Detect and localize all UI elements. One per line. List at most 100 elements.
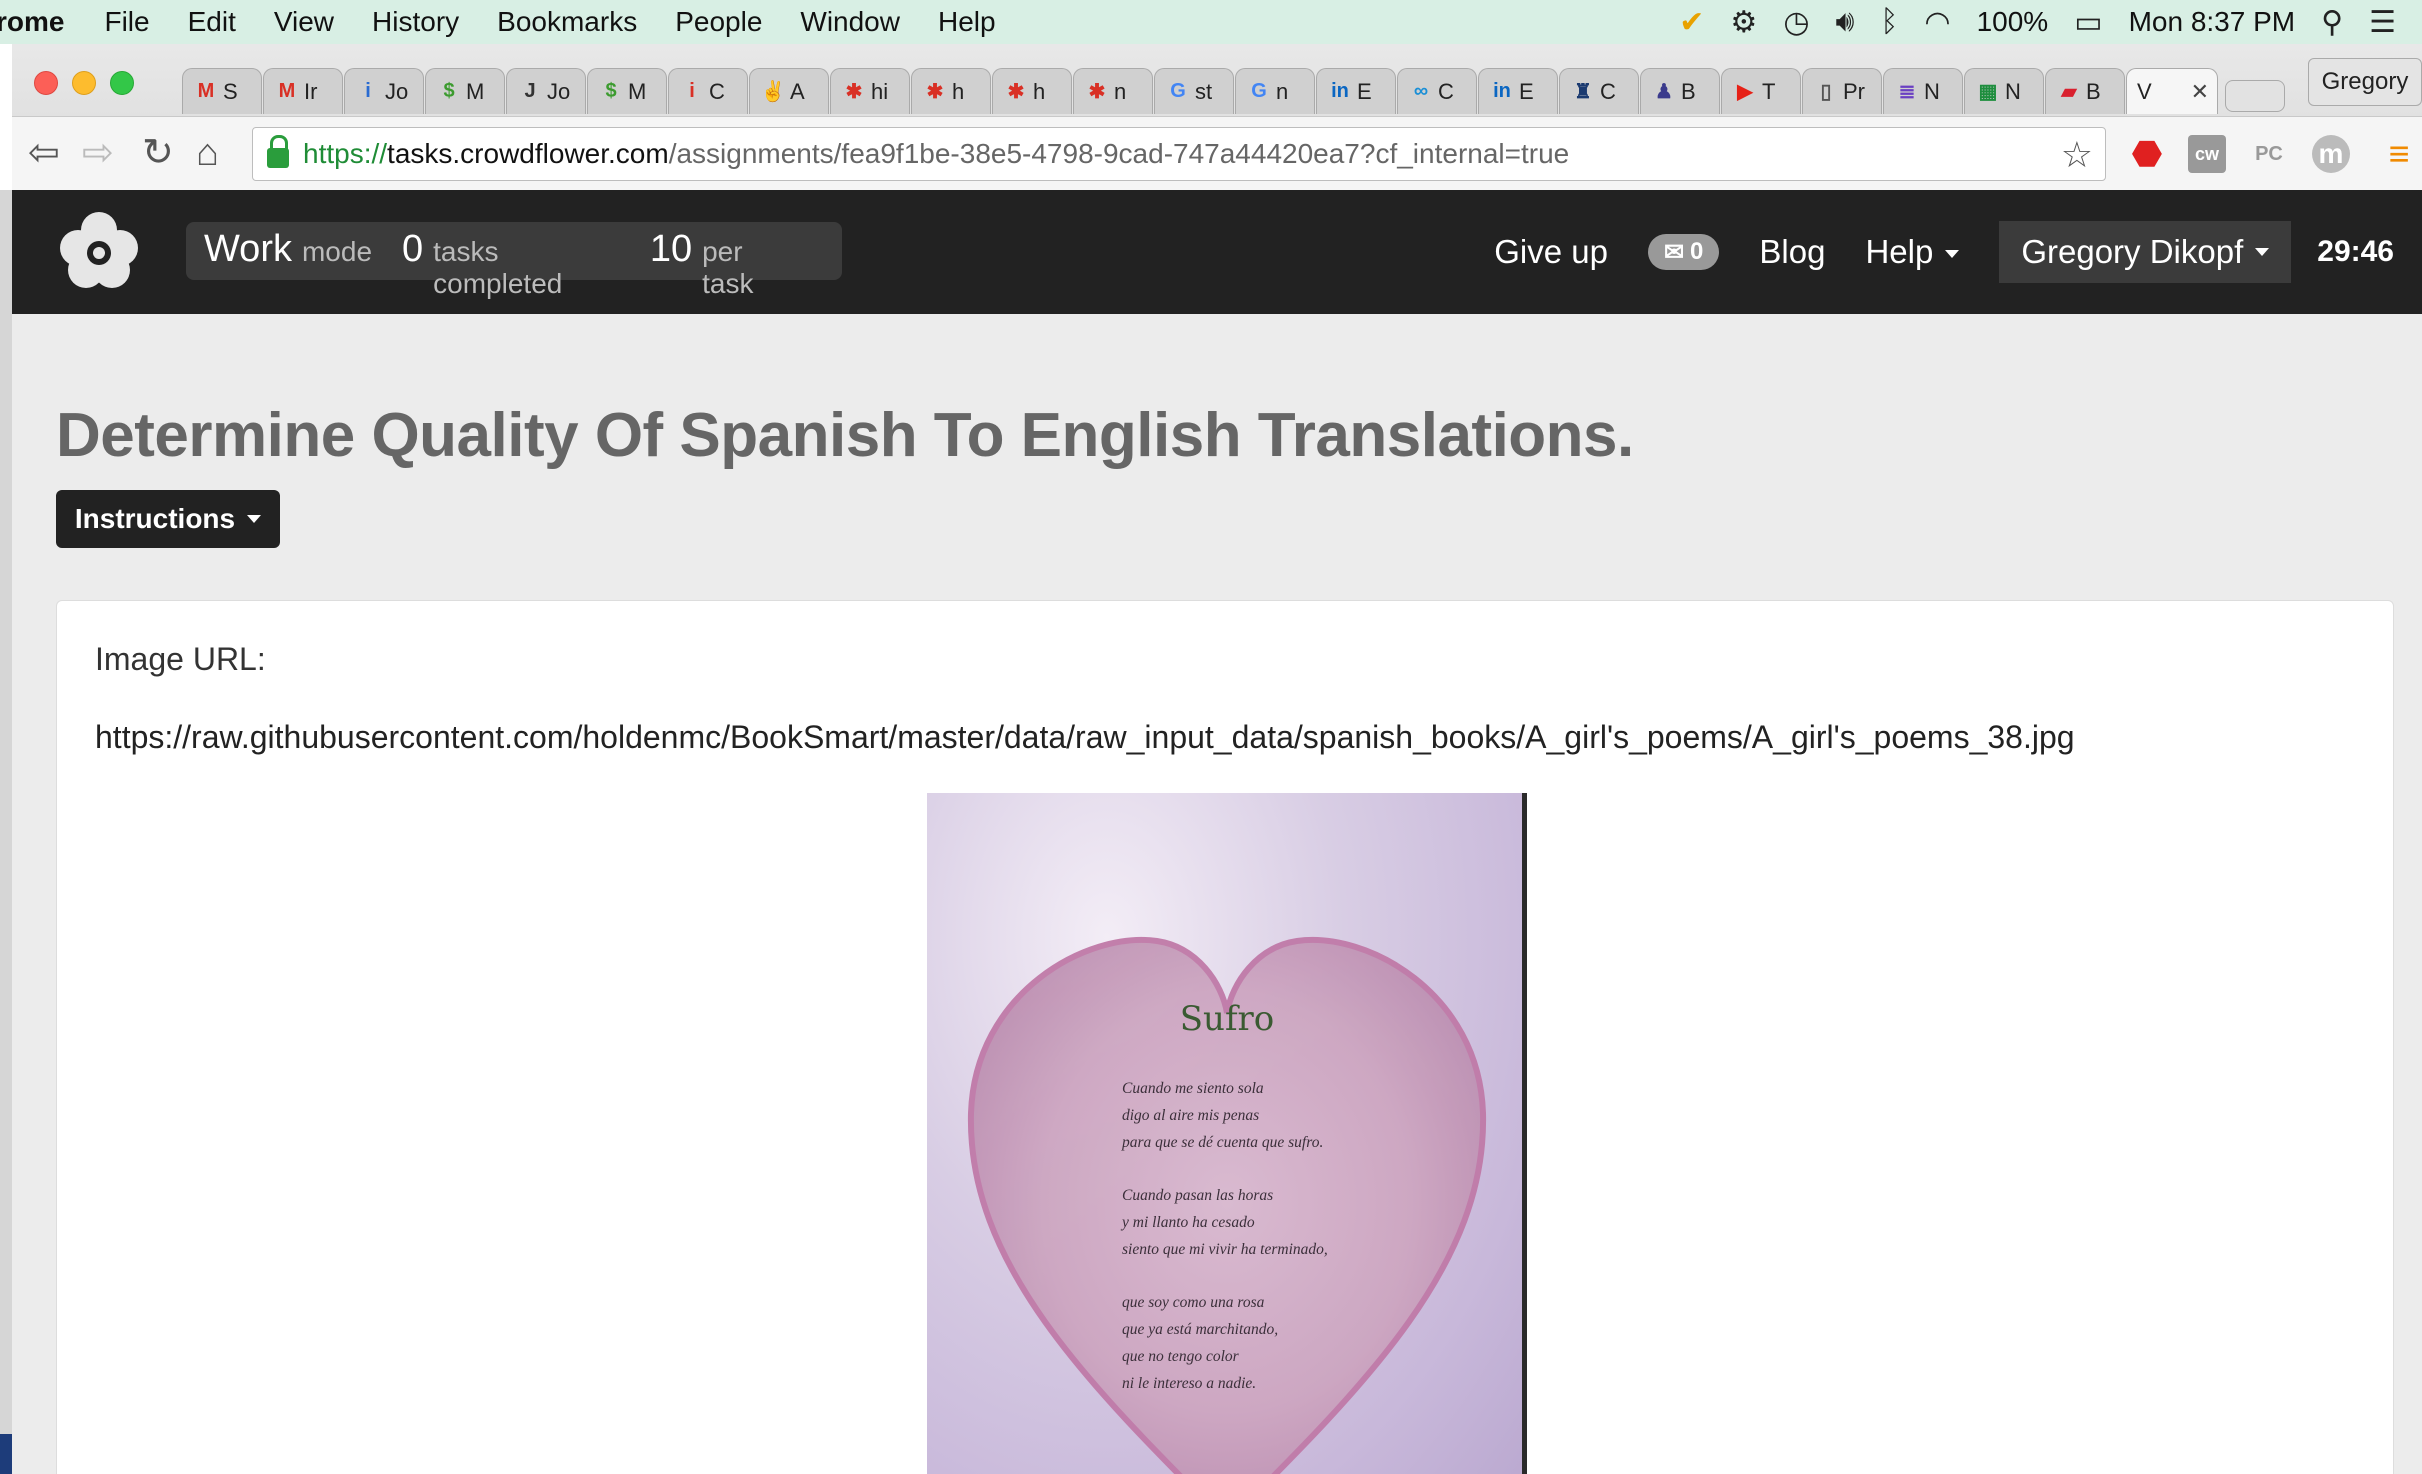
tab-favicon-icon: ▦ xyxy=(1978,81,1998,103)
poem-line: y mi llanto ha cesado xyxy=(1122,1214,1255,1231)
address-bar[interactable]: https:// tasks.crowdflower.com /assignme… xyxy=(252,127,2106,181)
tab-label: B xyxy=(1681,78,1696,104)
tab-label: Pr xyxy=(1843,78,1865,104)
header-nav: Give up ✉ 0 Blog Help Gregory Dikopf 29:… xyxy=(1494,190,2422,314)
help-dropdown[interactable]: Help xyxy=(1865,233,1960,271)
menu-history[interactable]: History xyxy=(372,6,459,38)
user-dropdown[interactable]: Gregory Dikopf xyxy=(1999,221,2292,283)
wifi-icon[interactable]: ◠ xyxy=(1924,5,1950,40)
mail-icon: ✉ xyxy=(1663,238,1685,266)
tab-favicon-icon: ✱ xyxy=(845,81,863,103)
browser-tab[interactable]: in E xyxy=(1478,68,1558,114)
maximize-window-button[interactable] xyxy=(110,71,134,95)
browser-tab[interactable]: ♟ B xyxy=(1640,68,1720,114)
time-machine-icon[interactable]: ◷ xyxy=(1783,5,1809,40)
browser-tab[interactable]: ▯ Pr xyxy=(1802,68,1882,114)
image-url-label: Image URL: xyxy=(95,641,266,677)
menubar-clock[interactable]: Mon 8:37 PM xyxy=(2129,6,2296,38)
secure-lock-icon[interactable] xyxy=(267,135,289,168)
poem-line: que no tengo color xyxy=(1122,1348,1239,1365)
adblock-icon[interactable]: ⬣ xyxy=(2128,135,2166,173)
new-tab-button[interactable] xyxy=(2225,80,2285,112)
mail-count: 0 xyxy=(1690,238,1704,265)
browser-tab[interactable]: ▦ N xyxy=(1964,68,2044,114)
tab-label: C xyxy=(709,78,725,104)
tab-label: E xyxy=(1519,78,1534,104)
browser-tab[interactable]: Gn xyxy=(1235,68,1315,114)
battery-percent[interactable]: 100% xyxy=(1977,6,2049,38)
browser-tab[interactable]: ✌ A xyxy=(749,68,829,114)
tab-label: T xyxy=(1762,78,1776,104)
browser-tab[interactable]: M Ir xyxy=(263,68,343,114)
browser-tab[interactable]: ∞ C xyxy=(1397,68,1477,114)
norton-check-icon[interactable]: ✔ xyxy=(1679,5,1704,40)
menu-people[interactable]: People xyxy=(675,6,762,38)
blog-link[interactable]: Blog xyxy=(1759,233,1825,271)
reload-icon[interactable]: ↻ xyxy=(142,133,174,173)
give-up-link[interactable]: Give up xyxy=(1494,233,1608,271)
spotlight-search-icon[interactable]: ⚲ xyxy=(2321,5,2343,40)
poem-line: para que se dé cuenta que sufro. xyxy=(1122,1134,1324,1151)
browser-tab[interactable]: ▰ B xyxy=(2045,68,2125,114)
notification-center-icon[interactable]: ☰ xyxy=(2369,5,2396,40)
bluetooth-icon[interactable]: ᛒ xyxy=(1880,5,1898,39)
browser-tab[interactable]: J Jo xyxy=(506,68,586,114)
tab-label: h xyxy=(952,78,965,104)
browser-tab[interactable]: $ M xyxy=(425,68,505,114)
bookmark-star-icon[interactable]: ☆ xyxy=(2061,134,2093,176)
home-icon[interactable]: ⌂ xyxy=(196,133,219,173)
browser-tab[interactable]: ♜ C xyxy=(1559,68,1639,114)
user-name: Gregory Dikopf xyxy=(2021,233,2244,270)
browser-tab-active[interactable]: V ✕ xyxy=(2126,68,2218,114)
chevron-down-icon xyxy=(2255,248,2270,256)
menu-bookmarks[interactable]: Bookmarks xyxy=(497,6,637,38)
tab-favicon-icon: ✱ xyxy=(926,81,944,103)
pc-extension-icon[interactable]: PC xyxy=(2250,135,2288,173)
m-extension-icon[interactable]: m xyxy=(2312,135,2350,173)
menu-file[interactable]: File xyxy=(104,6,149,38)
per-task-label: per task xyxy=(702,236,754,299)
browser-tab[interactable]: ✱ n xyxy=(1073,68,1153,114)
dropbox-icon[interactable]: ⚙ xyxy=(1730,5,1757,40)
menu-view[interactable]: View xyxy=(274,6,334,38)
tab-favicon-icon: ✌ xyxy=(760,81,786,103)
menu-edit[interactable]: Edit xyxy=(188,6,236,38)
back-arrow-icon[interactable]: ⇦ xyxy=(28,133,60,173)
browser-tab[interactable]: ▶ T xyxy=(1721,68,1801,114)
browser-tab[interactable]: in E xyxy=(1316,68,1396,114)
instructions-button[interactable]: Instructions xyxy=(56,490,280,548)
browser-tab[interactable]: Gst xyxy=(1154,68,1234,114)
browser-tab[interactable]: ✱ h xyxy=(992,68,1072,114)
messages-badge[interactable]: ✉ 0 xyxy=(1647,234,1720,270)
tab-label: Jo xyxy=(547,78,571,104)
menu-window[interactable]: Window xyxy=(800,6,900,38)
close-tab-icon[interactable]: ✕ xyxy=(2191,79,2209,105)
menu-help[interactable]: Help xyxy=(938,6,996,38)
tab-favicon-icon: G xyxy=(1251,80,1267,102)
tab-strip: M S M Ir i Jo $ M J Jo $ Mi C ✌ A ✱ hi ✱ h ✱ h ✱ n Gst Gn in E ∞ Cin… xyxy=(182,68,2285,114)
window-left-edge xyxy=(0,190,12,1474)
minimize-window-button[interactable] xyxy=(72,71,96,95)
browser-tab[interactable]: ✱ hi xyxy=(830,68,910,114)
browser-tab[interactable]: ≣ N xyxy=(1883,68,1963,114)
app-menu[interactable]: rome xyxy=(0,6,64,38)
profile-button[interactable]: Gregory xyxy=(2308,58,2422,106)
poem-line: que soy como una rosa xyxy=(1122,1294,1265,1311)
browser-tab[interactable]: MS xyxy=(182,68,262,114)
window-controls xyxy=(34,71,134,95)
volume-icon[interactable]: 🔊︎ xyxy=(1836,5,1855,39)
browser-tab[interactable]: iC xyxy=(668,68,748,114)
battery-icon[interactable]: ▭ xyxy=(2074,5,2102,40)
browser-tab[interactable]: ✱ h xyxy=(911,68,991,114)
close-window-button[interactable] xyxy=(34,71,58,95)
chrome-menu-icon[interactable]: ≡ xyxy=(2380,133,2418,174)
mode-label: mode xyxy=(301,236,373,267)
cw-extension-icon[interactable]: cw xyxy=(2188,135,2226,173)
crowdflower-logo-icon[interactable] xyxy=(54,206,144,296)
browser-tab[interactable]: i Jo xyxy=(344,68,424,114)
browser-tab[interactable]: $ M xyxy=(587,68,667,114)
instructions-label: Instructions xyxy=(74,503,236,534)
forward-arrow-icon[interactable]: ⇨ xyxy=(82,133,114,173)
poem-line: Cuando me siento sola xyxy=(1122,1080,1264,1097)
page-title: Determine Quality Of Spanish To English … xyxy=(56,401,1634,470)
